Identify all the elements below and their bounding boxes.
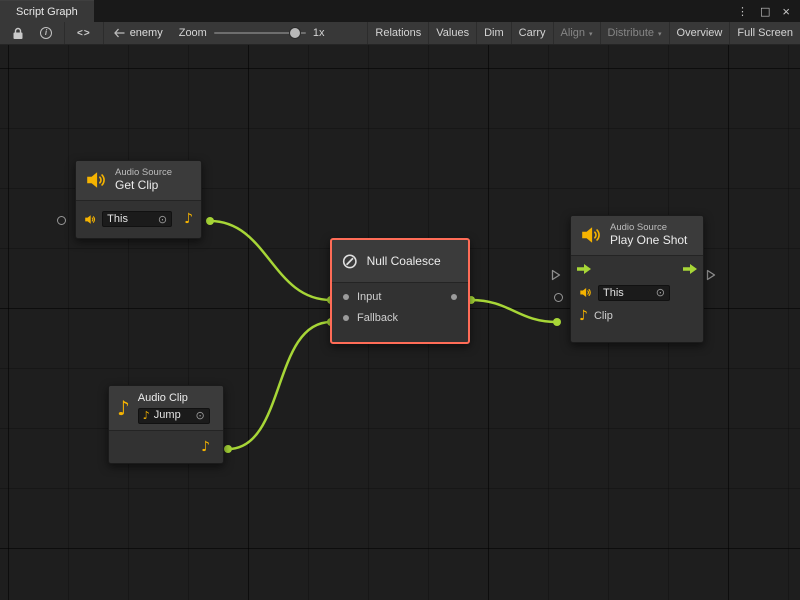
toolbar-button-values[interactable]: Values — [428, 22, 476, 44]
audio-clip-output-icon: ♪ — [184, 212, 193, 226]
edit-code-icon[interactable]: <> — [73, 22, 95, 44]
port-dot — [553, 318, 561, 326]
toolbar-button-distribute[interactable]: Distribute ▾ — [600, 22, 669, 44]
node-title: Null Coalesce — [367, 254, 441, 268]
audio-source-icon — [579, 286, 592, 299]
node-port-row: This ⊙ — [571, 282, 703, 304]
port-getclip-this-input[interactable] — [57, 216, 66, 225]
breadcrumb-label: enemy — [130, 27, 163, 39]
window-controls: ⋮ □ × — [727, 0, 800, 22]
node-header: ♪ Audio Clip ♪ Jump ⊙ — [109, 386, 223, 430]
graph-breadcrumb[interactable]: enemy — [104, 22, 173, 44]
node-title: Audio Clip — [138, 392, 210, 405]
tab-script-graph[interactable]: Script Graph — [0, 0, 94, 22]
port-input[interactable] — [343, 294, 349, 300]
node-title: Get Clip — [115, 179, 172, 193]
audio-source-icon — [580, 224, 602, 246]
graph-canvas[interactable]: Audio Source Get Clip This ⊙ ♪ ⊘ Null Co… — [0, 45, 800, 600]
port-control-in[interactable] — [551, 269, 561, 281]
port-playoneshot-this-input[interactable] — [554, 293, 563, 302]
kebab-menu-icon[interactable]: ⋮ — [737, 5, 748, 18]
node-title: Play One Shot — [610, 234, 687, 248]
node-play-one-shot[interactable]: Audio Source Play One Shot This ⊙ ♪ Clip — [570, 215, 704, 343]
node-null-coalesce[interactable]: ⊘ Null Coalesce Input Fallback — [330, 238, 470, 344]
wire-output-to-clip — [471, 300, 557, 322]
info-icon[interactable]: i — [36, 22, 56, 44]
chevron-down-icon: ▾ — [589, 30, 593, 38]
node-header: Audio Source Play One Shot — [571, 216, 703, 255]
toolbar-left-group: i — [0, 22, 64, 44]
audio-clip-icon: ♪ — [579, 309, 588, 323]
script-graph-window: Script Graph ⋮ □ × i <> enemy Zoom — [0, 0, 800, 600]
port-dot — [206, 217, 214, 225]
maximize-icon[interactable]: □ — [760, 5, 770, 18]
node-port-row: Input — [332, 286, 468, 307]
port-fallback[interactable] — [343, 315, 349, 321]
zoom-control: Zoom 1x — [173, 22, 331, 44]
zoom-label: Zoom — [179, 27, 207, 39]
this-object-field[interactable]: This ⊙ — [102, 211, 172, 227]
port-label: Fallback — [357, 312, 398, 324]
node-port-row: This ⊙ ♪ — [76, 201, 201, 238]
wire-audioclip-to-fallback — [228, 322, 331, 449]
this-object-field[interactable]: This ⊙ — [598, 285, 670, 301]
node-port-row: ♪ Clip — [571, 304, 703, 328]
zoom-value: 1x — [313, 27, 325, 39]
toolbar-code-group: <> — [65, 22, 103, 44]
toolbar-button-fullscreen[interactable]: Full Screen — [729, 22, 800, 44]
node-audio-clip[interactable]: ♪ Audio Clip ♪ Jump ⊙ ♪ — [108, 385, 224, 464]
audio-clip-field[interactable]: ♪ Jump ⊙ — [138, 408, 210, 424]
chevron-down-icon: ▾ — [658, 30, 662, 38]
object-picker-icon[interactable]: ⊙ — [196, 410, 205, 421]
toolbar-button-relations[interactable]: Relations — [367, 22, 428, 44]
tab-title: Script Graph — [16, 6, 78, 18]
wire-getclip-to-input — [210, 221, 331, 300]
null-coalesce-icon: ⊘ — [341, 250, 359, 272]
audio-clip-icon: ♪ — [117, 398, 130, 418]
zoom-slider-handle[interactable] — [290, 28, 300, 38]
control-flow-row — [571, 256, 703, 282]
node-get-clip[interactable]: Audio Source Get Clip This ⊙ ♪ — [75, 160, 202, 239]
object-picker-icon[interactable]: ⊙ — [656, 287, 665, 298]
port-label: Input — [357, 291, 381, 303]
back-arrow-icon — [114, 28, 125, 38]
toolbar-button-align[interactable]: Align ▾ — [553, 22, 600, 44]
audio-source-icon — [84, 213, 96, 226]
toolbar-button-overview[interactable]: Overview — [669, 22, 730, 44]
node-body: Input Fallback — [332, 283, 468, 328]
toolbar-button-carry[interactable]: Carry — [511, 22, 553, 44]
object-picker-icon[interactable]: ⊙ — [158, 214, 167, 225]
zoom-slider[interactable] — [214, 26, 306, 40]
audio-source-icon — [85, 169, 107, 191]
audio-clip-output-icon: ♪ — [201, 440, 210, 454]
node-port-row: Fallback — [332, 307, 468, 328]
audio-clip-icon: ♪ — [143, 410, 150, 421]
toolbar-button-dim[interactable]: Dim — [476, 22, 511, 44]
toolbar-buttons: Relations Values Dim Carry Align ▾ Distr… — [367, 22, 800, 44]
node-header: ⊘ Null Coalesce — [332, 240, 468, 282]
control-in-arrow-icon[interactable] — [577, 264, 591, 274]
graph-toolbar: i <> enemy Zoom 1x Relations Values Dim … — [0, 22, 800, 45]
node-port-row: ♪ — [109, 431, 223, 463]
close-icon[interactable]: × — [782, 4, 790, 19]
port-label: Clip — [594, 310, 613, 322]
port-control-out[interactable] — [706, 269, 716, 281]
window-titlebar: Script Graph ⋮ □ × — [0, 0, 800, 22]
titlebar-spacer — [94, 0, 727, 22]
port-dot — [224, 445, 232, 453]
node-header: Audio Source Get Clip — [76, 161, 201, 200]
port-result-output[interactable] — [451, 294, 457, 300]
control-out-arrow-icon[interactable] — [683, 264, 697, 274]
lock-icon[interactable] — [8, 22, 28, 44]
